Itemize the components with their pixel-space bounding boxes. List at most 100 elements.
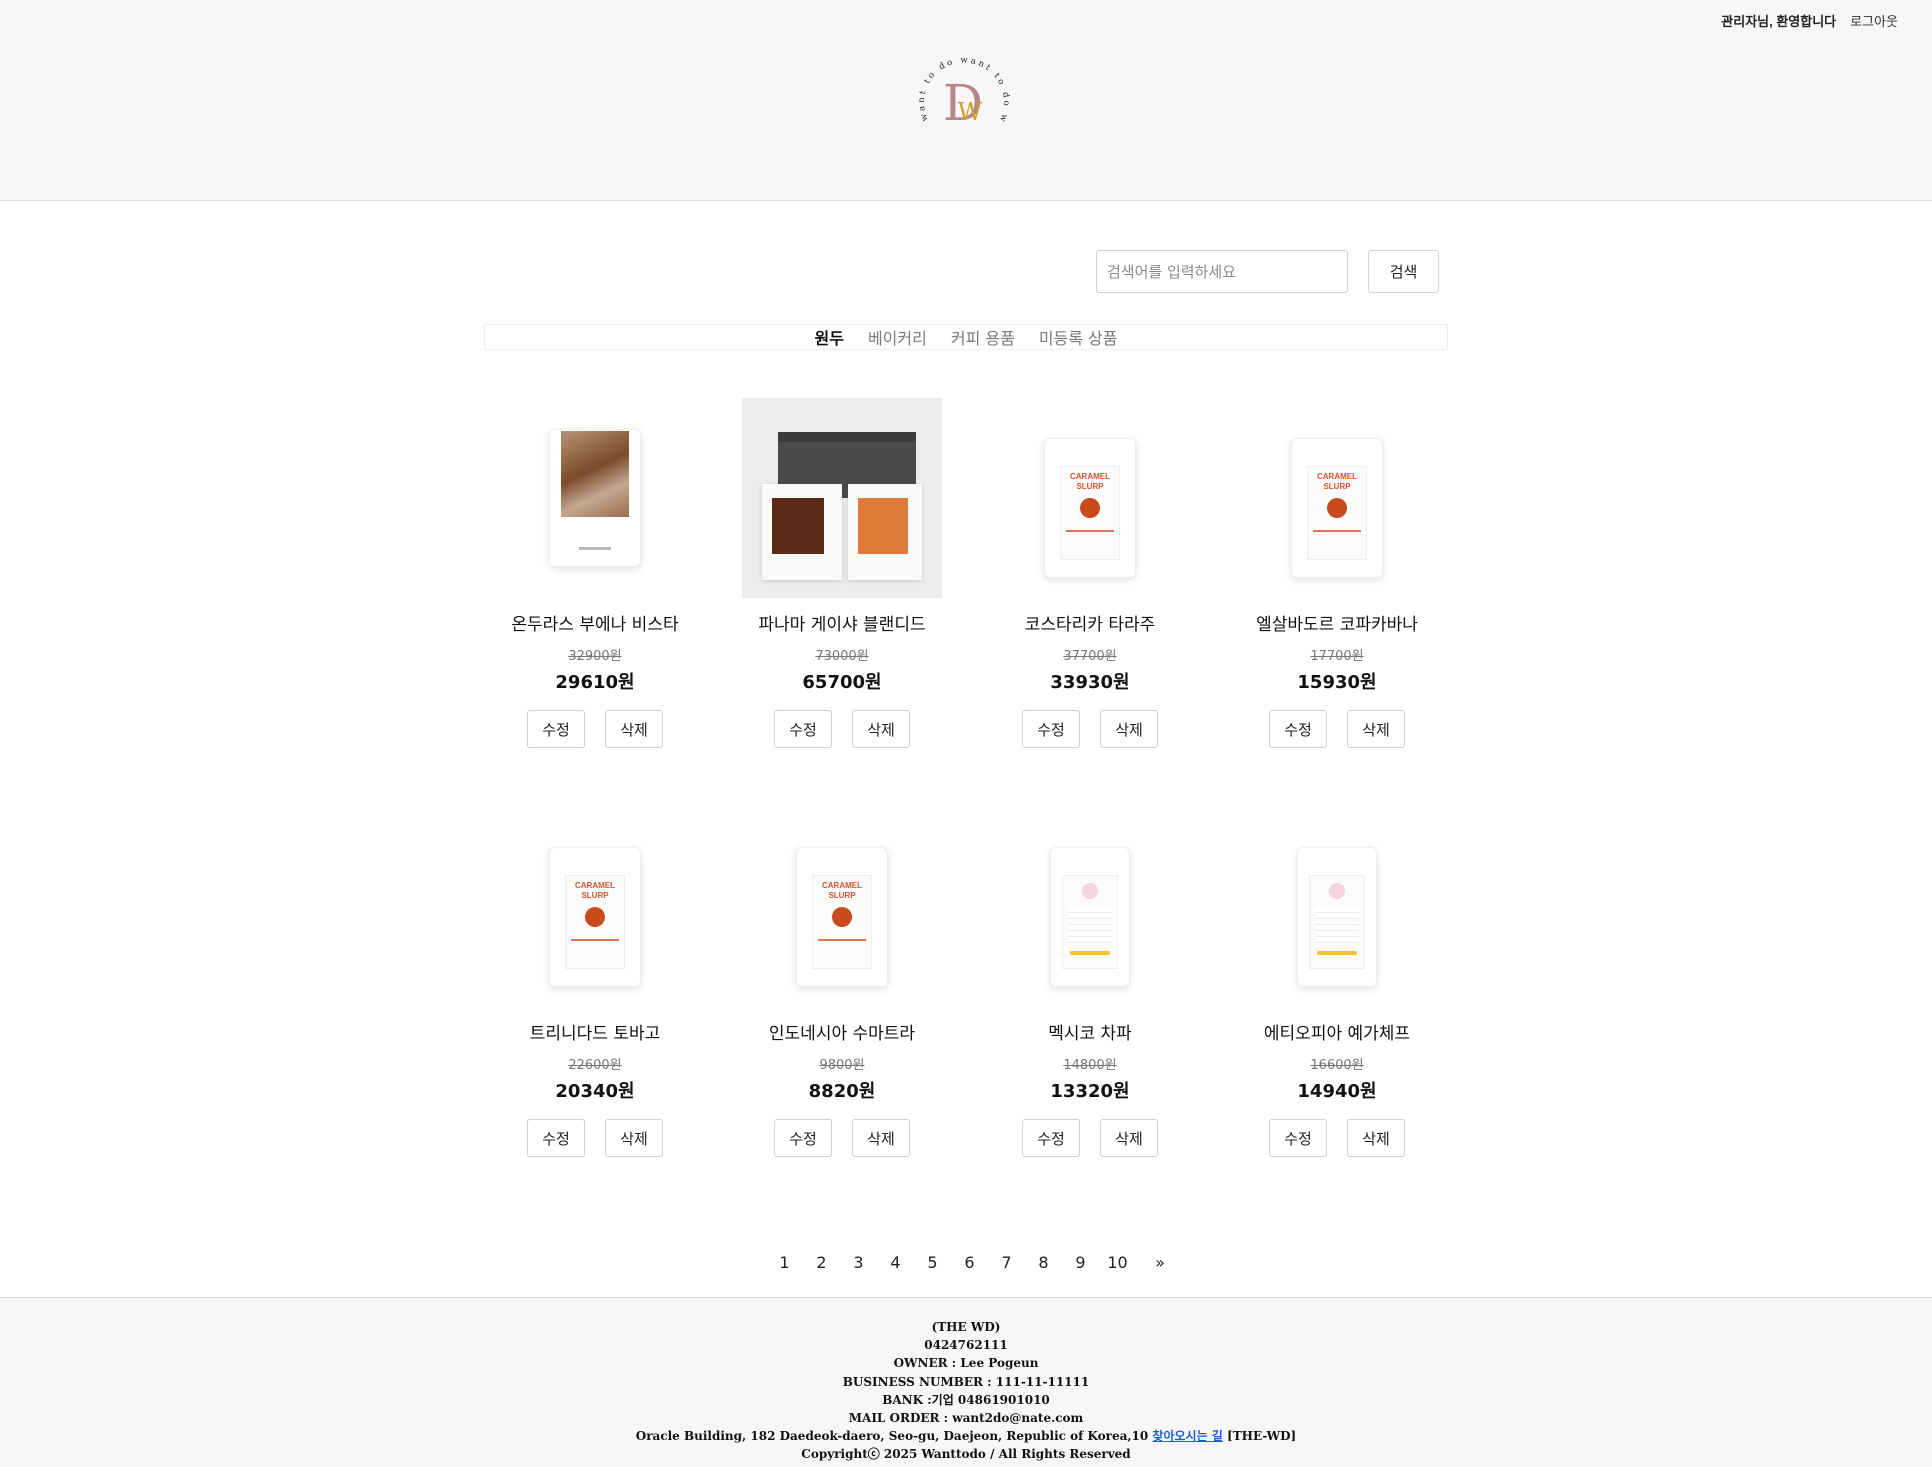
delete-button[interactable]: 삭제: [852, 710, 910, 748]
product-card: 멕시코 차파 14800원 13320원 수정 삭제: [990, 807, 1190, 1157]
footer-owner: OWNER : Lee Pogeun: [893, 1356, 1039, 1371]
sale-price: 20340원: [555, 1081, 635, 1102]
site-logo[interactable]: want to do want to do want to do D W: [908, 48, 1020, 144]
product-image[interactable]: [1237, 807, 1437, 1007]
product-card: CARAMEL SLURP 인도네시아 수마트라 9800원 8820원 수정 삭…: [742, 807, 942, 1157]
footer-copyright: Copyrightⓒ 2025 Wanttodo / All Rights Re…: [801, 1447, 1131, 1462]
page-link-8[interactable]: 8: [1025, 1253, 1062, 1272]
tab-unregistered[interactable]: 미등록 상품: [1039, 325, 1118, 349]
logout-link[interactable]: 로그아웃: [1850, 11, 1898, 30]
page-link-2[interactable]: 2: [803, 1253, 840, 1272]
product-name[interactable]: 엘살바도르 코파카바나: [1237, 616, 1437, 635]
edit-button[interactable]: 수정: [774, 710, 832, 748]
original-price: 32900원: [568, 649, 622, 664]
edit-button[interactable]: 수정: [1269, 1119, 1327, 1157]
page-link-4[interactable]: 4: [877, 1253, 914, 1272]
sale-price: 14940원: [1297, 1081, 1377, 1102]
search-input[interactable]: [1096, 250, 1348, 293]
coffee-bag-image: CARAMEL SLURP: [796, 847, 888, 987]
tab-coffee-supplies[interactable]: 커피 용품: [951, 325, 1015, 349]
original-price: 16600원: [1310, 1058, 1364, 1073]
category-tabs: 원두 베이커리 커피 용품 미등록 상품: [484, 324, 1448, 350]
product-name[interactable]: 멕시코 차파: [990, 1025, 1190, 1044]
page-link-10[interactable]: 10: [1099, 1253, 1136, 1272]
decaf-bag-image: [1297, 847, 1377, 987]
product-image[interactable]: CARAMEL SLURP: [495, 807, 695, 1007]
search-button[interactable]: 검색: [1368, 250, 1439, 293]
edit-button[interactable]: 수정: [1269, 710, 1327, 748]
product-name[interactable]: 파나마 게이샤 블랜디드: [742, 616, 942, 635]
delete-button[interactable]: 삭제: [1347, 1119, 1405, 1157]
delete-button[interactable]: 삭제: [1100, 1119, 1158, 1157]
delete-button[interactable]: 삭제: [605, 710, 663, 748]
coffee-bag-image: [549, 429, 641, 567]
coffee-bag-image: CARAMEL SLURP: [1291, 438, 1383, 578]
coffee-bag-image: CARAMEL SLURP: [1044, 438, 1136, 578]
gift-box-image: [742, 398, 942, 598]
product-name[interactable]: 온두라스 부에나 비스타: [495, 616, 695, 635]
page-link-7[interactable]: 7: [988, 1253, 1025, 1272]
footer-phone: 0424762111: [924, 1338, 1008, 1353]
edit-button[interactable]: 수정: [527, 710, 585, 748]
sale-price: 15930원: [1297, 672, 1377, 693]
product-image[interactable]: [495, 398, 695, 598]
product-name[interactable]: 인도네시아 수마트라: [742, 1025, 942, 1044]
product-image[interactable]: CARAMEL SLURP: [990, 398, 1190, 598]
edit-button[interactable]: 수정: [1022, 1119, 1080, 1157]
product-name[interactable]: 코스타리카 타라주: [990, 616, 1190, 635]
page-link-1[interactable]: 1: [766, 1253, 803, 1272]
footer-address-suffix: [THE-WD]: [1227, 1429, 1297, 1444]
original-price: 9800원: [819, 1058, 865, 1073]
pagination: 1 2 3 4 5 6 7 8 9 10 »: [766, 1253, 1180, 1272]
sale-price: 8820원: [808, 1081, 876, 1102]
user-links: 관리자님, 환영합니다 로그아웃: [1721, 11, 1898, 30]
product-image[interactable]: [742, 398, 942, 598]
original-price: 14800원: [1063, 1058, 1117, 1073]
next-page-link[interactable]: »: [1140, 1253, 1180, 1272]
delete-button[interactable]: 삭제: [1347, 710, 1405, 748]
original-price: 22600원: [568, 1058, 622, 1073]
footer-address-line: Oracle Building, 182 Daedeok-daero, Seo-…: [0, 1427, 1932, 1445]
site-header: 관리자님, 환영합니다 로그아웃 want to do want to do w…: [0, 0, 1932, 201]
product-name[interactable]: 에티오피아 예가체프: [1237, 1025, 1437, 1044]
coffee-bag-image: CARAMEL SLURP: [549, 847, 641, 987]
site-footer: (THE WD) 0424762111 OWNER : Lee Pogeun B…: [0, 1297, 1932, 1467]
page-link-9[interactable]: 9: [1062, 1253, 1099, 1272]
page-link-6[interactable]: 6: [951, 1253, 988, 1272]
edit-button[interactable]: 수정: [527, 1119, 585, 1157]
footer-bank: BANK :기업 04861901010: [882, 1392, 1050, 1407]
footer-mail: MAIL ORDER : want2do@nate.com: [848, 1411, 1084, 1426]
sale-price: 65700원: [802, 672, 882, 693]
edit-button[interactable]: 수정: [774, 1119, 832, 1157]
tab-bakery[interactable]: 베이커리: [868, 325, 927, 349]
page-link-3[interactable]: 3: [840, 1253, 877, 1272]
product-image[interactable]: [990, 807, 1190, 1007]
decaf-bag-image: [1050, 847, 1130, 987]
sale-price: 13320원: [1050, 1081, 1130, 1102]
sale-price: 29610원: [555, 672, 635, 693]
footer-company: (THE WD): [931, 1320, 1001, 1334]
product-card: CARAMEL SLURP 코스타리카 타라주 37700원 33930원 수정 …: [990, 398, 1190, 748]
footer-business-number: BUSINESS NUMBER : 111-11-11111: [842, 1374, 1090, 1389]
page-link-5[interactable]: 5: [914, 1253, 951, 1272]
welcome-text: 관리자님, 환영합니다: [1721, 14, 1837, 29]
product-name[interactable]: 트리니다드 토바고: [495, 1025, 695, 1044]
edit-button[interactable]: 수정: [1022, 710, 1080, 748]
original-price: 73000원: [815, 649, 869, 664]
search-bar: 검색: [1096, 250, 1439, 293]
delete-button[interactable]: 삭제: [605, 1119, 663, 1157]
directions-link[interactable]: 찾아오시는 길: [1152, 1429, 1222, 1443]
delete-button[interactable]: 삭제: [1100, 710, 1158, 748]
delete-button[interactable]: 삭제: [852, 1119, 910, 1157]
tab-wondoo[interactable]: 원두: [815, 325, 844, 349]
product-image[interactable]: CARAMEL SLURP: [742, 807, 942, 1007]
sale-price: 33930원: [1050, 672, 1130, 693]
svg-text:W: W: [958, 98, 983, 126]
product-card: CARAMEL SLURP 트리니다드 토바고 22600원 20340원 수정 …: [495, 807, 695, 1157]
original-price: 17700원: [1310, 649, 1364, 664]
original-price: 37700원: [1063, 649, 1117, 664]
product-card: 온두라스 부에나 비스타 32900원 29610원 수정 삭제: [495, 398, 695, 748]
product-image[interactable]: CARAMEL SLURP: [1237, 398, 1437, 598]
product-card: 파나마 게이샤 블랜디드 73000원 65700원 수정 삭제: [742, 398, 942, 748]
footer-address: Oracle Building, 182 Daedeok-daero, Seo-…: [635, 1429, 1149, 1444]
